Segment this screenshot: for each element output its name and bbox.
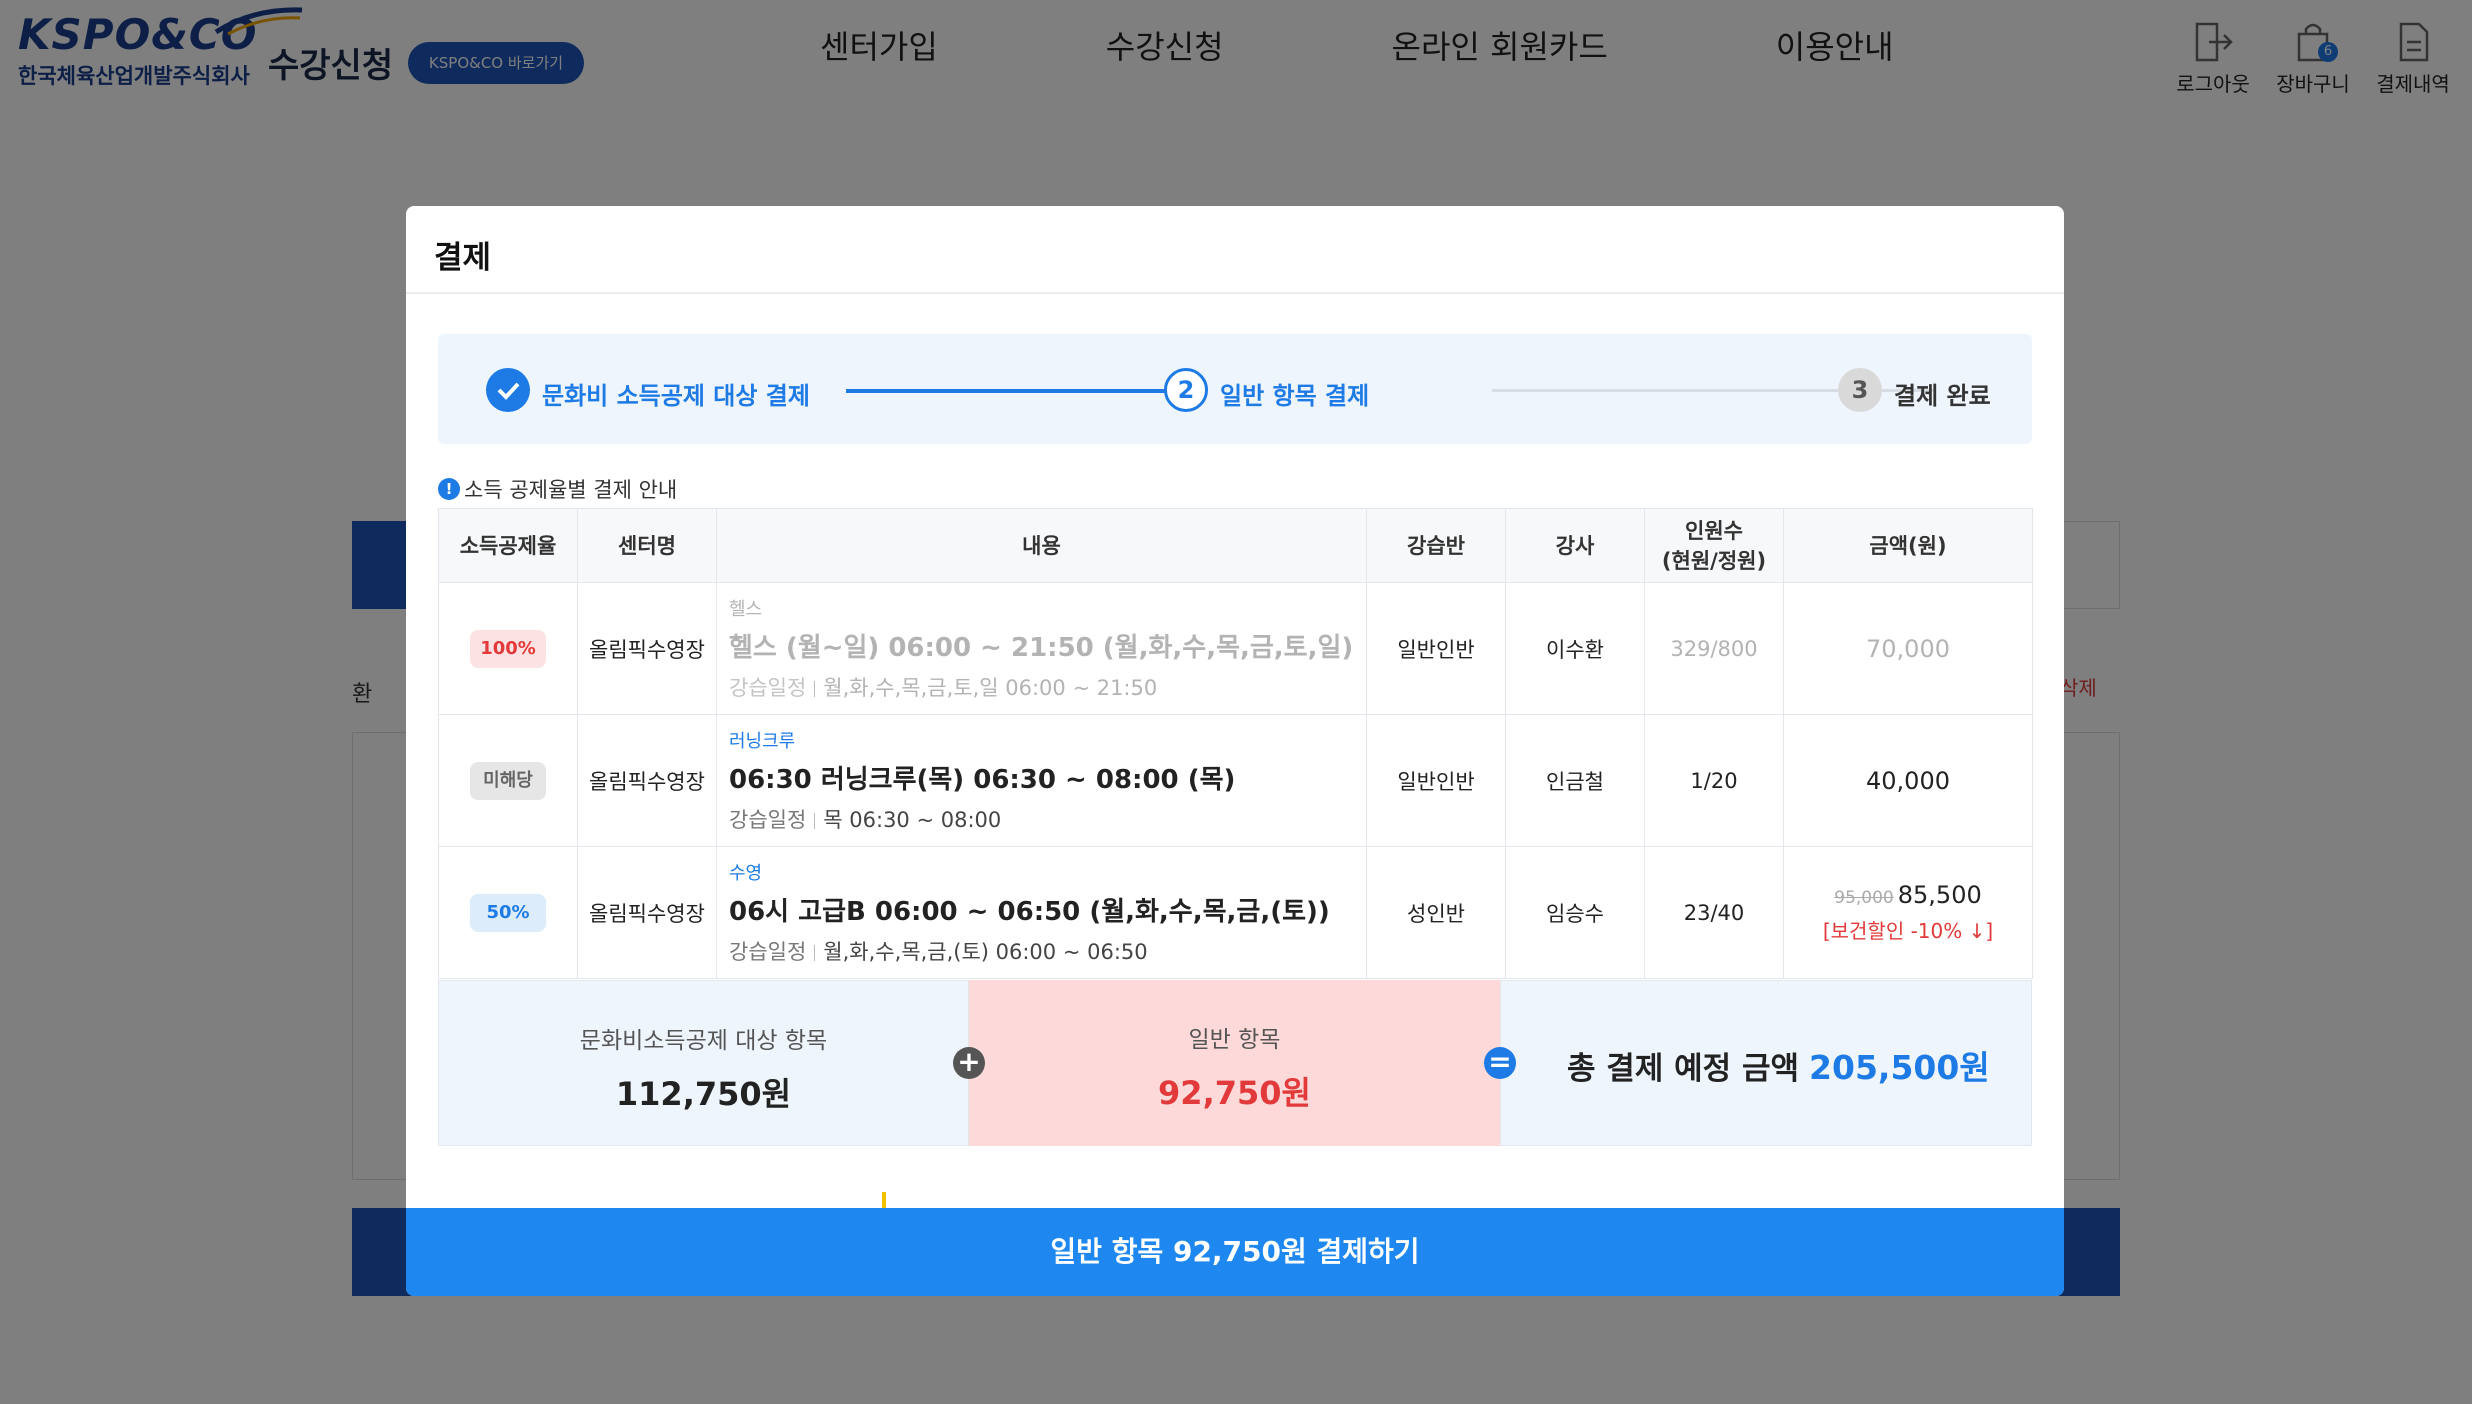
payment-stepper: 문화비 소득공제 대상 결제 2 일반 항목 결제 3 결제 완료 [438,334,2032,444]
rate-cell: 100% [438,582,578,715]
equals-icon: = [1484,1047,1516,1079]
schedule-label: 강습일정 [729,808,807,832]
step-connector-1 [846,389,1176,393]
col-instructor: 강사 [1505,508,1645,583]
program-name: 헬스 (월~일) 06:00 ~ 21:50 (월,화,수,목,금,토,일) [729,633,1354,663]
general-label: 일반 항목 [1188,1027,1281,1053]
content-cell: 수영 06시 고급B 06:00 ~ 06:50 (월,화,수,목,금,(토))… [716,846,1367,979]
deductible-label: 문화비소득공제 대상 항목 [579,1028,828,1054]
program-category: 헬스 [729,599,763,620]
modal-divider [406,292,2064,294]
rate-cell: 50% [438,846,578,979]
schedule: 강습일정 목 06:30 ~ 08:00 [729,804,1366,834]
schedule: 강습일정 월,화,수,목,금,(토) 06:00 ~ 06:50 [729,936,1366,966]
table-row: 미해당 올림픽수영장 러닝크루 06:30 러닝크루(목) 06:30 ~ 08… [438,714,2033,847]
class-cell: 일반인반 [1366,714,1506,847]
center-cell: 올림픽수영장 [577,846,717,979]
general-summary: 일반 항목 92,750원 [969,980,1500,1146]
payment-summary: 문화비소득공제 대상 항목 112,750원 일반 항목 92,750원 총 결… [438,980,2032,1146]
original-amount: 95,000 [1834,888,1894,908]
headcount-cell: 23/40 [1644,846,1784,979]
deduction-guide: ! 소득 공제율별 결제 안내 [438,474,677,504]
table-row: 100% 올림픽수영장 헬스 헬스 (월~일) 06:00 ~ 21:50 (월… [438,582,2033,715]
table-row: 50% 올림픽수영장 수영 06시 고급B 06:00 ~ 06:50 (월,화… [438,846,2033,979]
class-cell: 일반인반 [1366,582,1506,715]
center-cell: 올림픽수영장 [577,582,717,715]
step-3-number: 3 [1838,368,1882,412]
schedule-value: 월,화,수,목,금,(토) 06:00 ~ 06:50 [823,940,1148,964]
step-1-label: 문화비 소득공제 대상 결제 [542,382,810,410]
headcount-cell: 329/800 [1644,582,1784,715]
text-cursor-marker [882,1192,886,1208]
deductible-value: 112,750원 [615,1075,792,1113]
content-cell: 러닝크루 06:30 러닝크루(목) 06:30 ~ 08:00 (목) 강습일… [716,714,1367,847]
amount-cell: 70,000 [1783,582,2033,715]
rate-badge: 미해당 [470,761,546,800]
content-cell: 헬스 헬스 (월~일) 06:00 ~ 21:50 (월,화,수,목,금,토,일… [716,582,1367,715]
schedule-label: 강습일정 [729,940,807,964]
program-name: 06:30 러닝크루(목) 06:30 ~ 08:00 (목) [729,765,1236,795]
instructor-cell: 인금철 [1505,714,1645,847]
program-category: 수영 [729,863,763,884]
headcount-cell: 1/20 [1644,714,1784,847]
amount-cell: 95,000 85,500 [보건할인 -10% ↓] [1783,846,2033,979]
amount-value: 70,000 [1866,634,1950,663]
program-category: 러닝크루 [729,731,796,752]
total-value: 205,500원 [1809,1048,1990,1087]
total-line: 총 결제 예정 금액 205,500원 [1567,1041,1990,1089]
col-amount: 금액(원) [1783,508,2033,583]
instructor-cell: 이수환 [1505,582,1645,715]
payment-modal: 결제 문화비 소득공제 대상 결제 2 일반 항목 결제 3 결제 완료 ! 소… [406,206,2064,1296]
guide-text: 소득 공제율별 결제 안내 [464,478,678,502]
step-3-label: 결제 완료 [1894,382,1991,410]
info-icon: ! [438,478,460,500]
class-cell: 성인반 [1366,846,1506,979]
general-value: 92,750원 [1158,1074,1311,1112]
col-deduction-rate: 소득공제율 [438,508,578,583]
rate-badge: 100% [470,629,546,668]
rate-cell: 미해당 [438,714,578,847]
discount-note: [보건할인 -10% ↓] [1822,919,1994,943]
amount-value: 40,000 [1866,766,1950,795]
col-content: 내용 [716,508,1367,583]
pay-general-items-button[interactable]: 일반 항목 92,750원 결제하기 [406,1208,2064,1296]
schedule-value: 월,화,수,목,금,토,일 06:00 ~ 21:50 [823,676,1158,700]
rate-badge: 50% [470,893,546,932]
schedule-label: 강습일정 [729,676,807,700]
instructor-cell: 임승수 [1505,846,1645,979]
step-2-number: 2 [1164,368,1208,412]
schedule-value: 목 06:30 ~ 08:00 [823,808,1002,832]
col-class: 강습반 [1366,508,1506,583]
program-name: 06시 고급B 06:00 ~ 06:50 (월,화,수,목,금,(토)) [729,897,1330,927]
amount-value: 85,500 [1897,881,1982,909]
deductible-summary: 문화비소득공제 대상 항목 112,750원 [438,980,969,1146]
payment-items-table: 소득공제율 센터명 내용 강습반 강사 인원수 (현원/정원) 금액(원) 10… [438,508,2033,979]
modal-title: 결제 [434,240,492,276]
plus-icon: + [953,1047,985,1079]
center-cell: 올림픽수영장 [577,714,717,847]
schedule: 강습일정 월,화,수,목,금,토,일 06:00 ~ 21:50 [729,672,1366,702]
step-1-check-icon [486,368,530,412]
amount-cell: 40,000 [1783,714,2033,847]
schedule-separator [814,681,816,697]
col-center: 센터명 [577,508,717,583]
schedule-separator [814,813,816,829]
total-label: 총 결제 예정 금액 [1567,1051,1800,1087]
step-2-label: 일반 항목 결제 [1220,382,1370,410]
col-headcount: 인원수 (현원/정원) [1644,508,1784,583]
schedule-separator [814,945,816,961]
total-summary: 총 결제 예정 금액 205,500원 [1500,980,2032,1146]
table-header-row: 소득공제율 센터명 내용 강습반 강사 인원수 (현원/정원) 금액(원) [438,508,2033,583]
